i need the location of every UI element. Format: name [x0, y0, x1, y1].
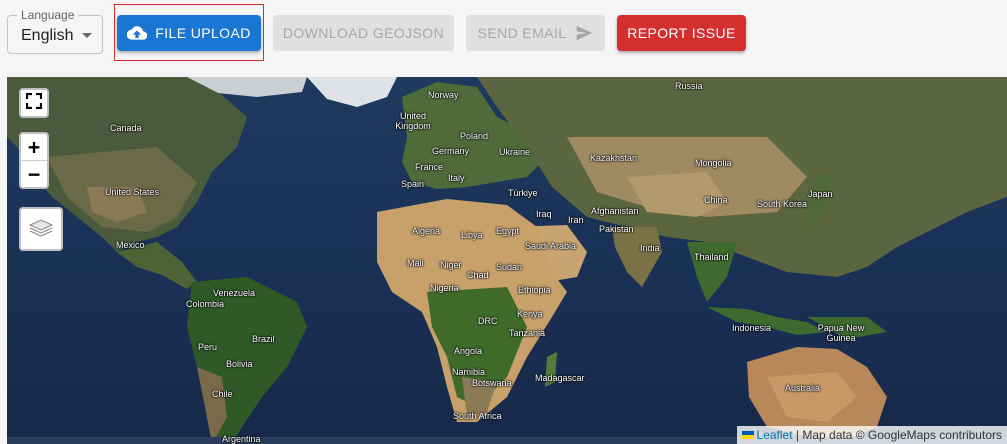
map-label: South Korea: [757, 199, 808, 209]
map-label: Saudi Arabia: [525, 241, 577, 251]
send-email-button[interactable]: SEND EMAIL: [466, 15, 605, 51]
map-label: Ethiopia: [518, 285, 551, 295]
map-label: Namibia: [452, 367, 486, 377]
download-geojson-label: DOWNLOAD GEOJSON: [282, 25, 445, 41]
map-label: Peru: [198, 342, 218, 352]
map-label: Madagascar: [535, 373, 585, 383]
file-upload-button[interactable]: FILE UPLOAD: [117, 15, 261, 51]
attribution-text: Map data © GoogleMaps contributors: [802, 428, 1002, 442]
map-attribution: Leaflet | Map data © GoogleMaps contribu…: [736, 426, 1007, 444]
map-label: Germany: [432, 146, 470, 156]
zoom-in-button[interactable]: +: [21, 134, 47, 161]
map-label: Brazil: [252, 334, 275, 344]
map-label: Canada: [110, 123, 142, 133]
layers-icon: [28, 214, 54, 245]
map-label: Colombia: [186, 299, 225, 309]
map-label: Niger: [440, 260, 462, 270]
map-label: France: [415, 162, 444, 172]
map-label: Poland: [460, 131, 489, 141]
map-label: Thailand: [694, 252, 729, 262]
map-label: Iran: [568, 215, 584, 225]
map-label: Russia: [675, 81, 703, 91]
map-label: Italy: [448, 173, 465, 183]
report-issue-label: REPORT ISSUE: [627, 25, 736, 41]
map-label: Norway: [428, 90, 459, 100]
map-label: Sudan: [496, 262, 523, 272]
cloud-upload-icon: [127, 25, 148, 41]
map-label: Spain: [401, 179, 425, 189]
map-label: India: [640, 243, 660, 253]
map-label: DRC: [478, 316, 498, 326]
map-label: Indonesia: [732, 323, 772, 333]
map-label: Argentina: [222, 434, 261, 444]
map-label: Tanzania: [509, 328, 546, 338]
language-select[interactable]: Language English: [7, 8, 103, 54]
map-label: Botswana: [472, 378, 512, 388]
leaflet-link[interactable]: Leaflet: [757, 428, 793, 442]
map-label: Papua New Guinea: [817, 323, 865, 343]
map-label: Venezuela: [213, 288, 256, 298]
language-legend: Language: [17, 8, 79, 22]
file-upload-label: FILE UPLOAD: [155, 25, 251, 41]
send-email-label: SEND EMAIL: [477, 25, 567, 41]
map-label: Egypt: [496, 226, 520, 236]
map-label: United Kingdom: [395, 111, 431, 131]
map-label: Pakistan: [599, 224, 634, 234]
map-label: Türkiye: [508, 188, 538, 198]
map-label: Nigeria: [430, 283, 459, 293]
fullscreen-button[interactable]: [19, 88, 49, 118]
map-label: Kenya: [517, 309, 543, 319]
map-label: Ukraine: [499, 147, 531, 157]
satellite-map[interactable]: Russia Norway Canada United Kingdom Pola…: [7, 77, 1007, 444]
ukraine-flag-icon: [741, 431, 754, 439]
map-basemap: [7, 77, 1007, 444]
fullscreen-icon: [25, 92, 43, 114]
dropdown-arrow-icon: [82, 33, 92, 38]
map-label: Afghanistan: [591, 206, 639, 216]
map-label: Japan: [808, 189, 833, 199]
send-icon: [575, 25, 593, 41]
map-label: Mali: [407, 258, 424, 268]
attribution-separator: |: [795, 428, 800, 442]
zoom-control: + −: [19, 132, 49, 189]
map-label: United States: [105, 187, 160, 197]
map-label: Australia: [785, 383, 821, 393]
map-label: Iraq: [536, 209, 552, 219]
map-label: Bolivia: [226, 359, 253, 369]
map-label: Libya: [461, 230, 483, 240]
map-label: Mongolia: [695, 158, 732, 168]
map-label: Mexico: [116, 240, 145, 250]
layers-button[interactable]: [19, 207, 63, 251]
map-label: Algeria: [412, 226, 441, 236]
map-label: Angola: [454, 346, 483, 356]
map-label: China: [704, 195, 728, 205]
map-label: Kazakhstan: [590, 153, 638, 163]
map-label: Chile: [212, 389, 233, 399]
language-value: English: [21, 27, 74, 44]
map-label: South Africa: [453, 411, 502, 421]
map-label: Chad: [467, 270, 489, 280]
report-issue-button[interactable]: REPORT ISSUE: [617, 15, 746, 51]
zoom-out-button[interactable]: −: [21, 161, 47, 187]
download-geojson-button[interactable]: DOWNLOAD GEOJSON: [273, 15, 454, 51]
